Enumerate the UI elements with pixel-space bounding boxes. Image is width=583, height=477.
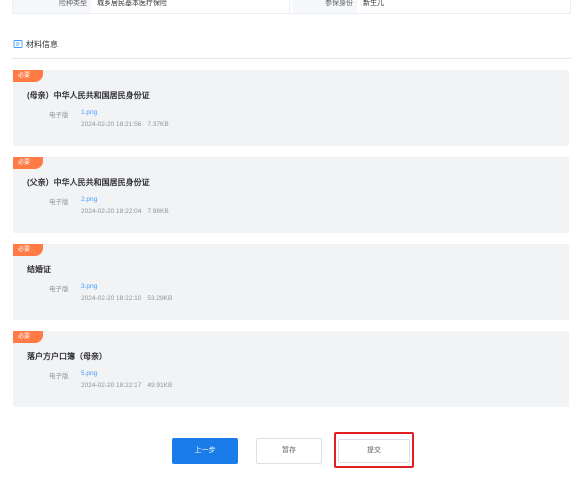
file-link[interactable]: 3.png — [81, 283, 97, 290]
file-type-label: 电子版 — [49, 373, 69, 380]
file-size: 53.29KB — [147, 295, 173, 302]
previous-step-button[interactable]: 上一步 — [172, 438, 238, 464]
document-icon — [13, 39, 23, 49]
material-title: (母亲）中华人民共和国居民身份证 — [27, 91, 150, 100]
upload-date: 2024-02-20 18:22:17 — [81, 382, 142, 389]
upload-date: 2024-02-20 18:22:04 — [81, 208, 142, 215]
insured-identity-label: 参保身份 — [293, 0, 357, 13]
file-type-label: 电子版 — [49, 199, 69, 206]
material-title: 落户方户口簿（母亲） — [27, 352, 107, 361]
required-badge: 必要 — [13, 70, 43, 82]
insured-identity-value: 新生儿 — [363, 0, 384, 7]
file-link[interactable]: 2.png — [81, 196, 97, 203]
file-link[interactable]: 1.png — [81, 109, 97, 116]
cell-divider — [289, 0, 290, 13]
material-title: 结婚证 — [27, 265, 51, 274]
upload-date: 2024-02-20 18:22:10 — [81, 295, 142, 302]
insurance-info-row: 险种类型 城乡居民基本医疗保险 参保身份 新生儿 — [12, 0, 571, 14]
save-draft-button[interactable]: 暂存 — [256, 438, 322, 464]
required-badge: 必要 — [13, 331, 43, 343]
material-card: 必要 (母亲）中华人民共和国居民身份证 电子版 1.png 2024-02-20… — [13, 70, 569, 146]
required-badge: 必要 — [13, 244, 43, 256]
insurance-type-value: 城乡居民基本医疗保险 — [97, 0, 167, 7]
material-card: 必要 (父亲）中华人民共和国居民身份证 电子版 2.png 2024-02-20… — [13, 157, 569, 233]
upload-date: 2024-02-20 18:21:56 — [81, 121, 142, 128]
material-title: (父亲）中华人民共和国居民身份证 — [27, 178, 150, 187]
submit-button[interactable]: 提交 — [338, 439, 410, 463]
file-size: 7.98KB — [147, 208, 169, 215]
file-meta: 2024-02-20 18:22:04 7.98KB — [81, 208, 169, 215]
file-type-label: 电子版 — [49, 112, 69, 119]
file-meta: 2024-02-20 18:22:10 53.29KB — [81, 295, 172, 302]
insurance-type-label: 险种类型 — [13, 0, 91, 13]
file-type-label: 电子版 — [49, 286, 69, 293]
section-title: 材料信息 — [26, 39, 58, 49]
section-divider — [12, 58, 571, 59]
file-size: 49.91KB — [147, 382, 173, 389]
required-badge: 必要 — [13, 157, 43, 169]
material-card: 必要 结婚证 电子版 3.png 2024-02-20 18:22:10 53.2… — [13, 244, 569, 320]
file-link[interactable]: 5.png — [81, 370, 97, 377]
file-meta: 2024-02-20 18:22:17 49.91KB — [81, 382, 172, 389]
file-meta: 2024-02-20 18:21:56 7.37KB — [81, 121, 169, 128]
materials-section-header: 材料信息 — [13, 37, 58, 51]
material-card: 必要 落户方户口簿（母亲） 电子版 5.png 2024-02-20 18:22… — [13, 331, 569, 407]
file-size: 7.37KB — [147, 121, 169, 128]
